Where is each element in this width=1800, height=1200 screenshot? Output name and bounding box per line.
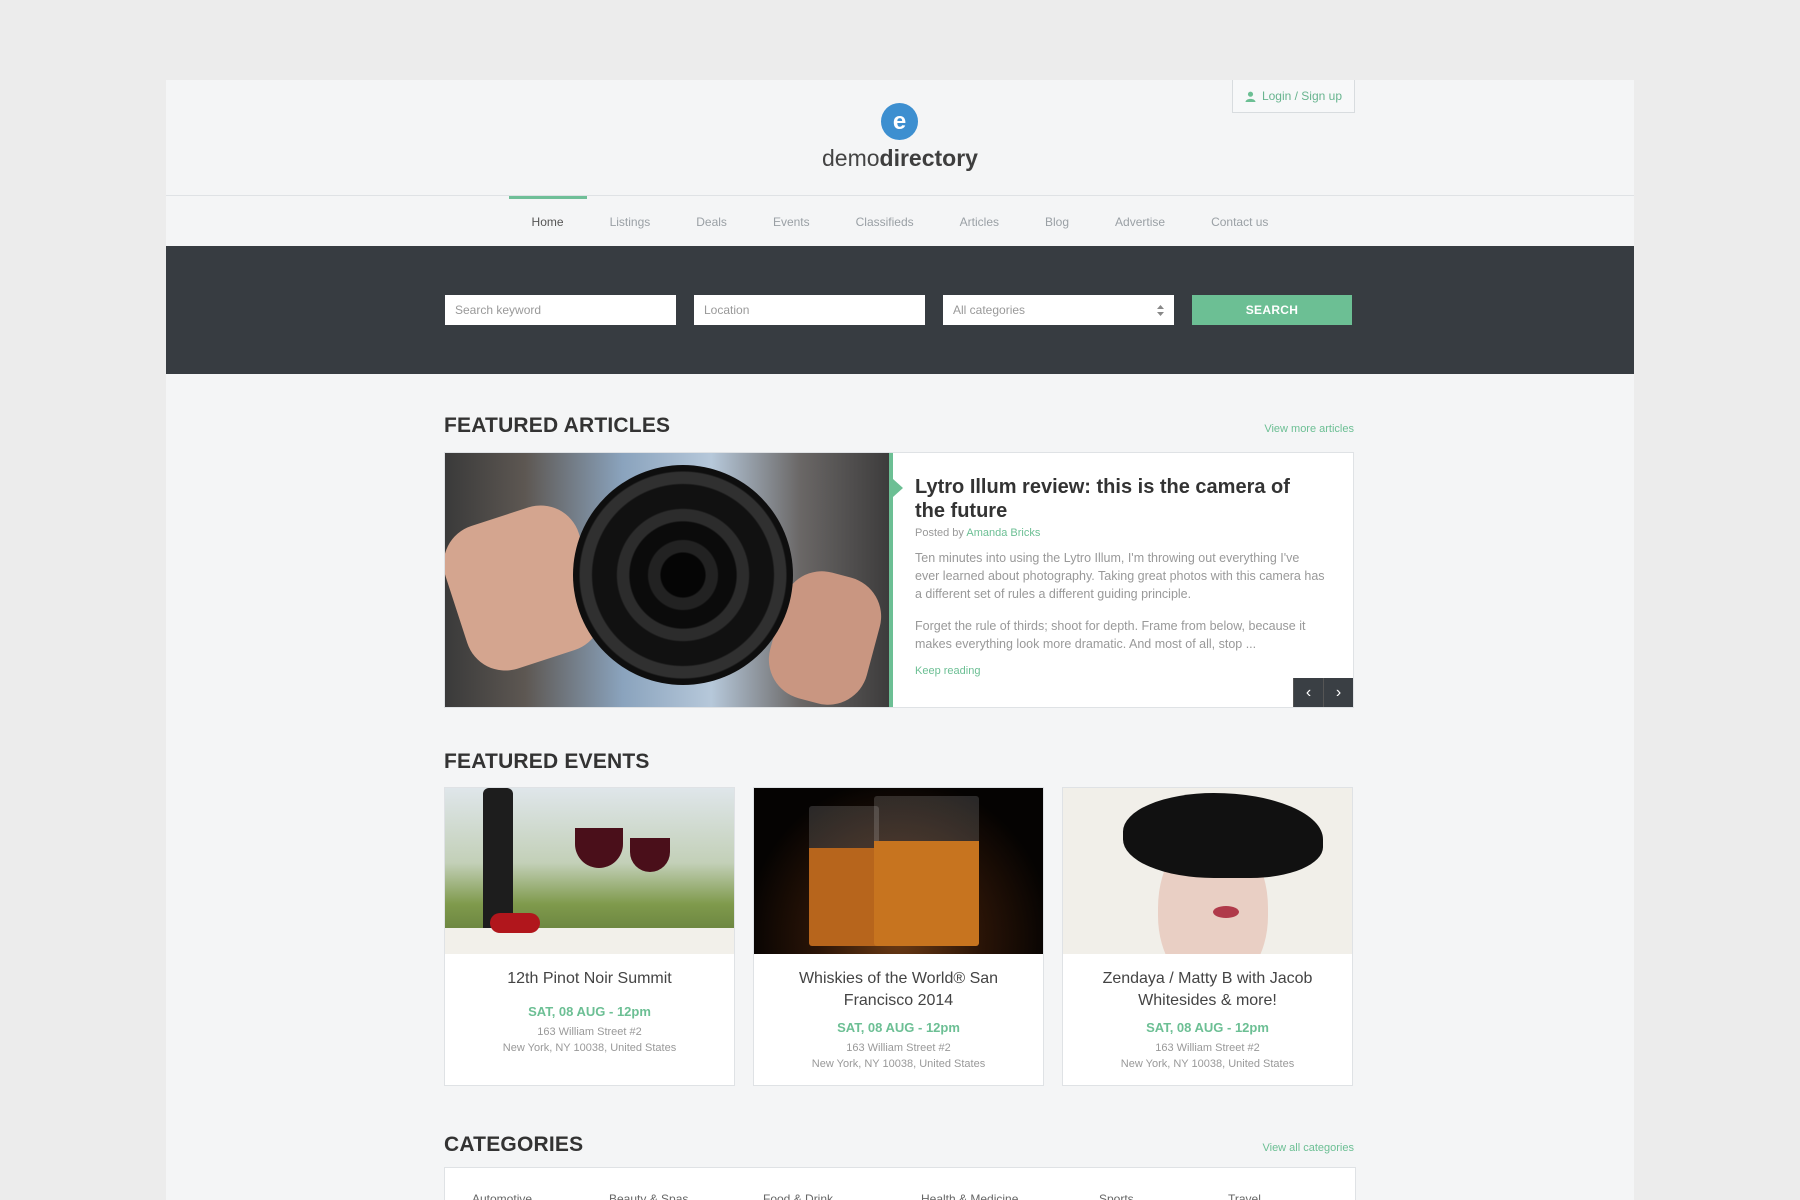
featured-events-header: FEATURED EVENTS [444,750,1354,780]
whisky-glass-shape [809,806,879,946]
logo-icon[interactable]: e [881,103,918,140]
event-card[interactable]: Zendaya / Matty B with Jacob Whitesides … [1062,787,1353,1086]
categories-box: Automotive Beauty & Spas Food & Drink He… [444,1167,1356,1200]
event-address: 163 William Street #2 New York, NY 10038… [445,1024,734,1056]
wine-glass-shape [630,838,670,872]
event-address-line2: New York, NY 10038, United States [811,1058,986,1070]
nav-item-contact[interactable]: Contact us [1188,196,1291,246]
logo-letter: e [892,107,907,135]
event-title[interactable]: Whiskies of the World® San Francisco 201… [754,968,1043,1012]
whisky-glass-shape [874,796,979,946]
view-more-articles-link[interactable]: View more articles [1264,423,1354,435]
lips-shape [1213,906,1239,918]
logo-text-light: demo [822,145,880,171]
event-date: SAT, 08 AUG - 12pm [528,1004,651,1019]
user-icon [1245,91,1256,102]
category-automotive[interactable]: Automotive [472,1192,532,1200]
event-date: SAT, 08 AUG - 12pm [1146,1020,1269,1035]
article-paragraph-1: Ten minutes into using the Lytro Illum, … [915,551,1325,601]
search-keyword-input[interactable]: Search keyword [445,295,676,325]
event-card[interactable]: 12th Pinot Noir Summit SAT, 08 AUG - 12p… [444,787,735,1086]
wine-bottle-shape [483,788,513,928]
nav-item-articles[interactable]: Articles [937,196,1022,246]
nav-item-advertise[interactable]: Advertise [1092,196,1188,246]
event-title[interactable]: Zendaya / Matty B with Jacob Whitesides … [1063,968,1352,1012]
categories-title: CATEGORIES [444,1133,584,1156]
article-body: Lytro Illum review: this is the camera o… [915,475,1325,677]
select-arrows-icon [1157,304,1164,316]
article-title[interactable]: Lytro Illum review: this is the camera o… [915,475,1325,523]
wine-glasses-photo [445,788,734,954]
event-card[interactable]: Whiskies of the World® San Francisco 201… [753,787,1044,1086]
event-address-line1: 163 William Street #2 [537,1026,642,1038]
article-meta: Posted by Amanda Bricks [915,527,1325,539]
search-button[interactable]: SEARCH [1192,295,1352,325]
keep-reading-link[interactable]: Keep reading [915,665,1325,677]
login-label: Login / Sign up [1261,89,1342,103]
categories-header: CATEGORIES View all categories [444,1133,1354,1163]
featured-events-list: 12th Pinot Noir Summit SAT, 08 AUG - 12p… [444,787,1354,1087]
article-carousel-nav: ‹ › [1293,678,1353,707]
featured-article-card: Lytro Illum review: this is the camera o… [444,452,1354,708]
event-address-line2: New York, NY 10038, United States [1120,1058,1295,1070]
posted-by-label: Posted by [915,527,964,539]
search-band: Search keyword Location All categories S… [166,246,1634,374]
location-input[interactable]: Location [694,295,925,325]
camera-lens-photo[interactable] [445,453,889,707]
event-address-line2: New York, NY 10038, United States [502,1042,677,1054]
chevron-left-icon[interactable]: ‹ [1293,678,1323,707]
nav-item-home[interactable]: Home [508,196,587,246]
nav-item-deals[interactable]: Deals [673,196,750,246]
category-sports[interactable]: Sports [1099,1192,1134,1200]
nav-item-listings[interactable]: Listings [587,196,674,246]
event-address: 163 William Street #2 New York, NY 10038… [1063,1040,1352,1072]
table-cloth-shape [445,928,734,954]
page: Login / Sign up e demodirectory Home Lis… [166,80,1634,1200]
black-mask-shape [1123,793,1323,878]
login-signup-button[interactable]: Login / Sign up [1231,80,1355,113]
chevron-right-icon[interactable]: › [1323,678,1353,707]
event-address: 163 William Street #2 New York, NY 10038… [754,1040,1043,1072]
article-author-link[interactable]: Amanda Bricks [966,527,1040,539]
wine-glass-shape [575,828,623,868]
site-header: Login / Sign up e demodirectory [166,80,1634,196]
category-travel[interactable]: Travel [1228,1192,1261,1200]
article-paragraph-2: Forget the rule of thirds; shoot for dep… [915,619,1306,651]
featured-articles-title: FEATURED ARTICLES [444,414,671,437]
category-select[interactable]: All categories [943,295,1174,325]
nav-item-events[interactable]: Events [750,196,833,246]
event-address-line1: 163 William Street #2 [1155,1042,1260,1054]
whisky-glasses-photo [754,788,1043,954]
featured-events-title: FEATURED EVENTS [444,750,650,773]
logo-text-bold: directory [879,145,978,171]
lens-shape [573,465,793,685]
grapes-shape [490,913,540,933]
event-date: SAT, 08 AUG - 12pm [837,1020,960,1035]
category-beauty-spas[interactable]: Beauty & Spas [609,1192,688,1200]
main-nav: Home Listings Deals Events Classifieds A… [166,196,1634,246]
featured-articles-header: FEATURED ARTICLES View more articles [444,414,1354,444]
event-address-line1: 163 William Street #2 [846,1042,951,1054]
article-pointer-arrow [893,479,903,497]
masked-woman-photo [1063,788,1352,954]
view-all-categories-link[interactable]: View all categories [1262,1142,1354,1154]
nav-item-classifieds[interactable]: Classifieds [833,196,937,246]
site-logo-text[interactable]: demodirectory [166,145,1634,172]
event-title[interactable]: 12th Pinot Noir Summit [445,968,734,990]
category-select-value: All categories [953,303,1026,317]
nav-item-blog[interactable]: Blog [1022,196,1092,246]
category-food-drink[interactable]: Food & Drink [763,1192,833,1200]
category-health-medicine[interactable]: Health & Medicine [921,1192,1018,1200]
